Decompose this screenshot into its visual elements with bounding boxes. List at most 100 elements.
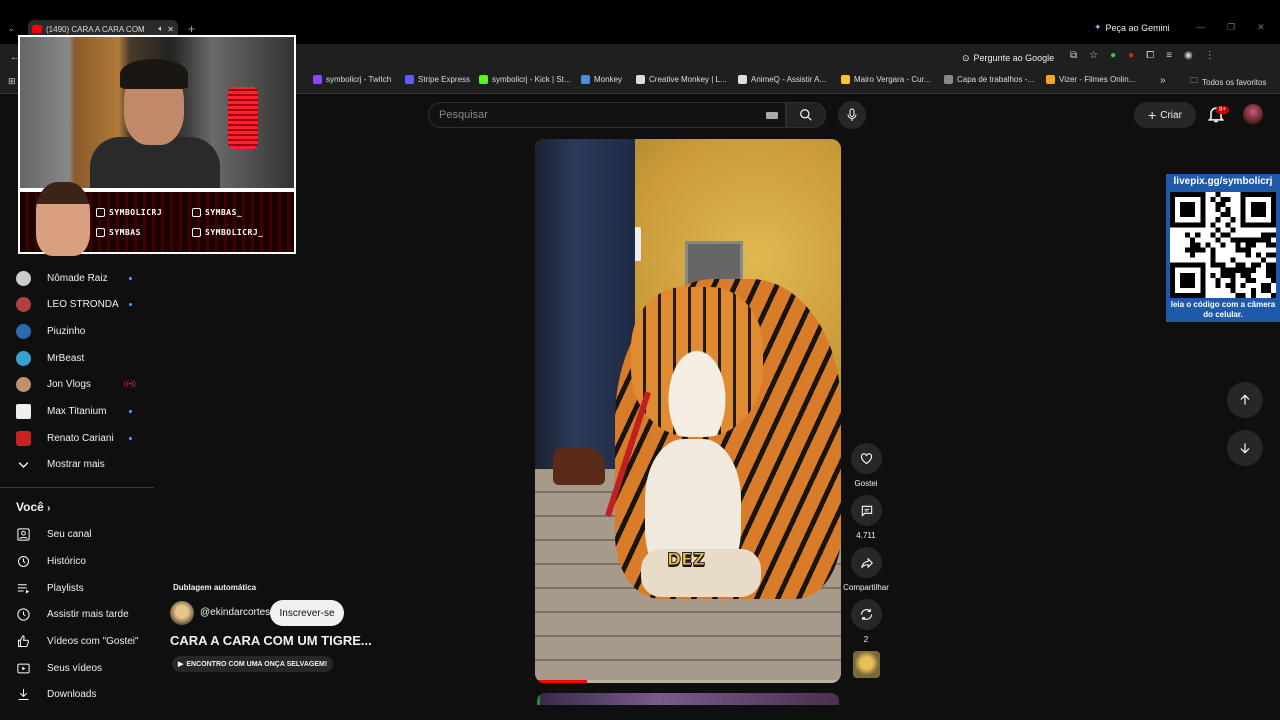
bookmark-item[interactable]: Stripe Express: [405, 75, 470, 84]
cartoon-avatar: [36, 182, 90, 256]
bookmark-label: AnimeQ - Assistir A...: [751, 75, 827, 84]
bookmark-item[interactable]: Capa de trabalhos -...: [944, 75, 1034, 84]
short-video-player[interactable]: DEZ: [535, 139, 841, 683]
speaker-icon[interactable]: 🔈︎: [158, 24, 163, 34]
profile-avatar-icon[interactable]: ◉: [1184, 50, 1193, 61]
social-tiktok: SYMBAS_: [192, 208, 242, 217]
extension-red-icon[interactable]: ●: [1128, 50, 1134, 61]
sidebar-subscription-item[interactable]: Renato Cariani: [16, 428, 132, 448]
channel-name: Max Titanium: [47, 405, 107, 417]
extension-icons: ⧉ ☆ ● ● ⧠ ≡ ◉ ⋮: [1070, 50, 1215, 61]
subscribe-button[interactable]: Inscrever-se: [270, 600, 344, 626]
sidebar-item-label: Playlists: [47, 582, 84, 594]
install-app-icon[interactable]: ⧉: [1070, 50, 1077, 61]
bookmark-label: Creative Monkey | L...: [649, 75, 727, 84]
create-button[interactable]: + Criar: [1134, 102, 1196, 128]
bookmark-item[interactable]: Mairo Vergara - Cur...: [841, 75, 930, 84]
minimize-icon[interactable]: —: [1196, 22, 1205, 33]
user-avatar[interactable]: [1243, 104, 1263, 124]
bookmark-star-icon[interactable]: ☆: [1089, 50, 1098, 61]
search-icon: [800, 109, 812, 121]
arrow-down-icon: [1240, 443, 1250, 454]
twitch-icon: [313, 75, 322, 84]
like-button[interactable]: [851, 443, 882, 474]
channel-avatar: [16, 430, 31, 446]
bookmark-label: Stripe Express: [418, 75, 471, 84]
extensions-puzzle-icon[interactable]: ⧠: [1146, 50, 1154, 61]
chrome-menu-icon[interactable]: ⋮: [1205, 50, 1215, 61]
bookmark-item[interactable]: Creative Monkey | L...: [636, 75, 727, 84]
sidebar-item-label: Seus vídeos: [47, 662, 103, 674]
sidebar-subscription-item[interactable]: Piuzinho: [16, 321, 85, 341]
channel-name: Renato Cariani: [47, 432, 114, 444]
channel-name: LEO STRONDA: [47, 298, 119, 310]
sidebar-item-history[interactable]: Histórico: [16, 551, 86, 571]
sidebar-subscription-item[interactable]: MrBeast: [16, 348, 84, 368]
video-title[interactable]: CARA A CARA COM UM TIGRE...: [170, 633, 372, 648]
extension-green-icon[interactable]: ●: [1110, 50, 1116, 61]
close-window-icon[interactable]: ✕: [1257, 22, 1265, 33]
window-controls: — ❐ ✕: [1196, 22, 1265, 33]
tab-close-icon[interactable]: ✕: [167, 25, 174, 34]
sidebar-item-label: Vídeos com "Gostei": [47, 635, 139, 647]
remix-button[interactable]: [851, 599, 882, 630]
sidebar-item-watch-later[interactable]: Assistir mais tarde: [16, 604, 129, 624]
bookmark-item[interactable]: symbolicrj - Twitch: [313, 75, 391, 84]
sidebar-item-downloads[interactable]: Downloads: [16, 684, 96, 704]
bookmark-item[interactable]: AnimeQ - Assistir A...: [738, 75, 826, 84]
remix-icon: [860, 608, 873, 621]
music-chip[interactable]: ▶ ENCONTRO COM UMA ONÇA SELVAGEM!: [172, 656, 334, 672]
sidebar-item-playlists[interactable]: Playlists: [16, 578, 84, 598]
share-button[interactable]: [851, 547, 882, 578]
share-label: Compartilhar: [843, 583, 889, 592]
sidebar-item-your-channel[interactable]: Seu canal: [16, 524, 91, 544]
globe-icon: [738, 75, 747, 84]
search-input[interactable]: Pesquisar: [428, 102, 786, 128]
social-handle: SYMBAS_: [205, 208, 243, 217]
bookmark-label: Vizer - Filmes Onlin...: [1059, 75, 1136, 84]
ask-gemini-button[interactable]: ✦ Peça ao Gemini: [1094, 22, 1170, 33]
microphone-icon: [847, 108, 857, 121]
comments-button[interactable]: [851, 495, 882, 526]
show-more-button[interactable]: Mostrar mais: [16, 454, 105, 474]
sidebar-subscription-item[interactable]: Jon Vlogs ((•)): [16, 374, 136, 394]
media-control-icon[interactable]: ≡: [1166, 50, 1172, 61]
search-button[interactable]: [786, 102, 826, 128]
sidebar-item-liked-videos[interactable]: Vídeos com "Gostei": [16, 631, 139, 651]
thumbs-up-icon: [18, 634, 30, 647]
ask-google-button[interactable]: ⊙ Pergunte ao Google: [962, 50, 1054, 66]
bookmark-item[interactable]: Monkey: [581, 75, 622, 84]
bookmark-item[interactable]: symbolicrj - Kick | St...: [479, 75, 571, 84]
channel-handle[interactable]: @ekindarcortes: [200, 607, 270, 618]
maximize-icon[interactable]: ❐: [1227, 22, 1235, 33]
next-short-button[interactable]: [1227, 430, 1263, 466]
new-content-dot: [129, 302, 132, 306]
apps-grid-icon[interactable]: ⊞: [8, 76, 16, 87]
previous-short-button[interactable]: [1227, 382, 1263, 418]
bookmark-item[interactable]: Vizer - Filmes Onlin...: [1046, 75, 1135, 84]
ask-google-label: Pergunte ao Google: [973, 53, 1055, 63]
sidebar-subscription-item[interactable]: Nômade Raiz: [16, 268, 132, 288]
next-video-preview[interactable]: [537, 693, 839, 705]
tab-search-chevron-icon[interactable]: ⌄: [8, 24, 15, 33]
sidebar-subscription-item[interactable]: LEO STRONDA: [16, 294, 132, 314]
more-bookmarks-button[interactable]: »: [1160, 75, 1166, 86]
sidebar-item-your-videos[interactable]: Seus vídeos: [16, 658, 102, 678]
bookmark-label: Mairo Vergara - Cur...: [854, 75, 931, 84]
video-progress-fill: [535, 680, 588, 683]
notification-badge: 9+: [1216, 106, 1229, 114]
voice-search-button[interactable]: [838, 101, 866, 129]
new-content-dot: [129, 409, 132, 413]
keyboard-icon[interactable]: [766, 112, 778, 119]
section-you-link[interactable]: Você ›: [16, 500, 50, 514]
sound-thumbnail[interactable]: [853, 651, 880, 678]
video-progress-bar[interactable]: [535, 680, 841, 683]
sidebar-subscription-item[interactable]: Max Titanium: [16, 401, 132, 421]
channel-avatar[interactable]: [170, 601, 194, 625]
all-favorites-button[interactable]: 🗀︎ Todos os favoritos: [1190, 75, 1266, 89]
new-tab-button[interactable]: +: [188, 22, 195, 36]
share-icon: [860, 557, 873, 568]
arrow-up-icon: [1240, 394, 1250, 405]
gemini-sparkle-icon: ✦: [1094, 22, 1102, 32]
stripe-icon: [405, 75, 414, 84]
